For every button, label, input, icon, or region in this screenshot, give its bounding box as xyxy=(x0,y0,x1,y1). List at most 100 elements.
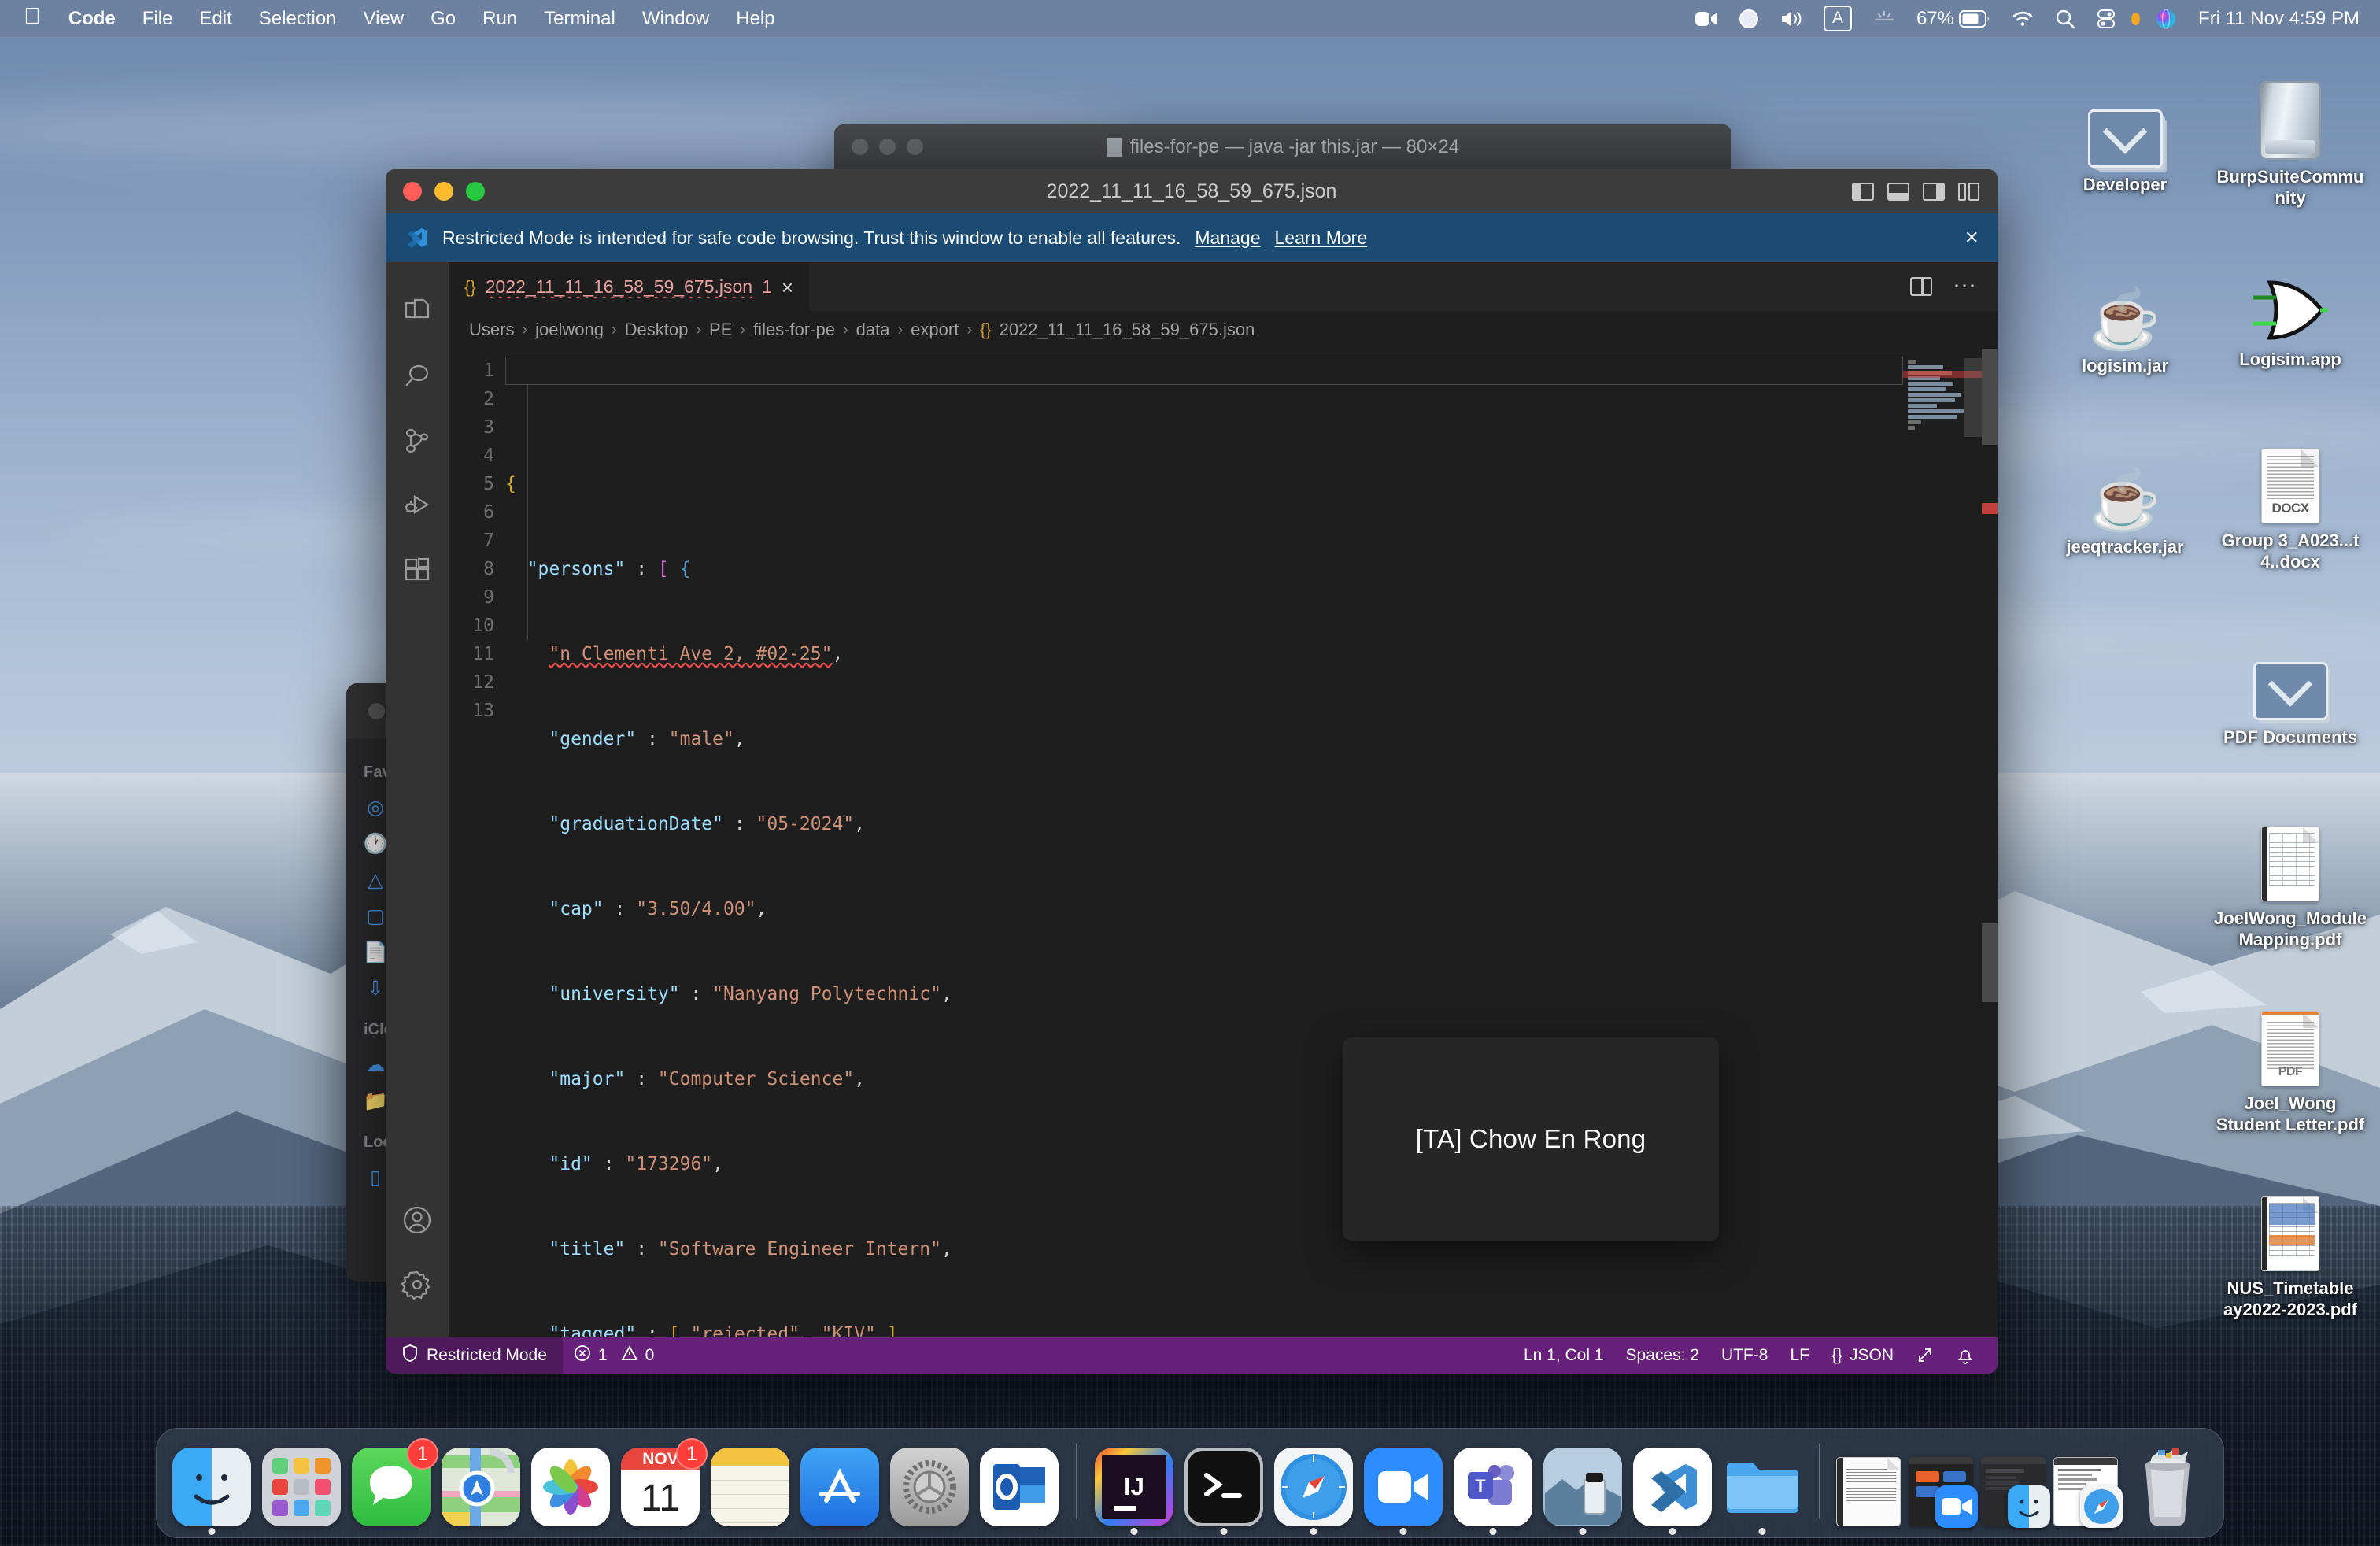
dock-item-microsoft-teams[interactable]: T xyxy=(1451,1441,1536,1526)
menu-item-terminal[interactable]: Terminal xyxy=(530,9,629,28)
menu-item-selection[interactable]: Selection xyxy=(246,9,350,28)
toggle-secondary-sidebar-icon[interactable] xyxy=(1923,183,1945,201)
explorer-icon[interactable] xyxy=(386,279,449,344)
menu-item-go[interactable]: Go xyxy=(417,9,469,28)
menu-item-file[interactable]: File xyxy=(129,9,187,28)
learn-more-link[interactable]: Learn More xyxy=(1275,227,1368,249)
minimized-window-zoom[interactable] xyxy=(1907,1441,1975,1526)
dock-item-launchpad[interactable] xyxy=(259,1441,344,1526)
minimized-window-document[interactable] xyxy=(1835,1441,1902,1526)
settings-gear-icon[interactable] xyxy=(386,1252,449,1317)
desktop-icon-logisim-app[interactable]: Logisim.app xyxy=(2212,260,2369,370)
dock-item-vscode[interactable] xyxy=(1630,1441,1715,1526)
breadcrumb-item-users[interactable]: Users xyxy=(469,320,514,340)
dock-item-safari[interactable] xyxy=(1271,1441,1356,1526)
indentation-status[interactable]: Spaces: 2 xyxy=(1615,1346,1710,1365)
volume-icon[interactable] xyxy=(1769,9,1813,29)
cursor-position-status[interactable]: Ln 1, Col 1 xyxy=(1513,1346,1615,1365)
notifications-bell-icon[interactable] xyxy=(1946,1346,1985,1365)
zoom-participant-panel[interactable]: [TA] Chow En Rong xyxy=(1343,1037,1719,1241)
extensions-icon[interactable] xyxy=(386,538,449,602)
code-editor[interactable]: 1 2 3 4 5 6 7 8 9 10 11 12 13 xyxy=(449,349,1998,1337)
dock-item-notes[interactable] xyxy=(708,1441,793,1526)
dock-item-zoom[interactable] xyxy=(1361,1441,1446,1526)
menu-item-run[interactable]: Run xyxy=(469,9,530,28)
desktop-icon-nus-timetable-pdf[interactable]: NUS_Timetable ay2022-2023.pdf xyxy=(2212,1189,2369,1321)
dock-item-downloads-folder[interactable] xyxy=(1720,1441,1805,1526)
menu-item-edit[interactable]: Edit xyxy=(186,9,245,28)
dock-item-terminal[interactable] xyxy=(1181,1441,1266,1526)
minimize-button[interactable] xyxy=(434,182,453,201)
desktop-icon-group3-docx[interactable]: DOCX Group 3_A023...t 4..docx xyxy=(2212,441,2369,573)
toggle-panel-icon[interactable] xyxy=(1887,183,1909,201)
desktop-icon-developer[interactable]: Developer xyxy=(2046,85,2204,195)
breadcrumb-item-pe[interactable]: PE xyxy=(709,320,732,340)
run-debug-icon[interactable] xyxy=(386,473,449,538)
problems-status[interactable]: 1 0 xyxy=(563,1344,665,1367)
maximize-button[interactable] xyxy=(466,182,485,201)
close-button[interactable] xyxy=(368,703,385,719)
customize-layout-icon[interactable] xyxy=(1958,183,1980,201)
dock-item-finder[interactable] xyxy=(169,1441,254,1526)
spotlight-search-icon[interactable] xyxy=(2045,9,2086,29)
close-banner-icon[interactable]: × xyxy=(1964,226,1979,250)
dock-item-outlook[interactable] xyxy=(977,1441,1062,1526)
minimized-window-finder[interactable] xyxy=(1979,1441,2047,1526)
dock-item-photos[interactable] xyxy=(528,1441,613,1526)
more-actions-icon[interactable]: ⋯ xyxy=(1953,279,1979,294)
screen-record-icon[interactable] xyxy=(1728,9,1769,29)
desktop-icon-student-letter-pdf[interactable]: PDF Joel_Wong Student Letter.pdf xyxy=(2212,1004,2369,1136)
minimize-button[interactable] xyxy=(879,139,896,155)
manage-link[interactable]: Manage xyxy=(1195,227,1260,249)
minimized-window-safari[interactable] xyxy=(2052,1441,2119,1526)
menu-item-window[interactable]: Window xyxy=(629,9,722,28)
desktop-icon-jeeqtracker-jar[interactable]: ☕ jeeqtracker.jar xyxy=(2046,447,2204,557)
dock-item-messages[interactable]: 1 xyxy=(349,1441,434,1526)
split-editor-icon[interactable] xyxy=(1910,277,1932,296)
breadcrumb-item-files-for-pe[interactable]: files-for-pe xyxy=(753,320,835,340)
close-button[interactable] xyxy=(403,182,422,201)
encoding-status[interactable]: UTF-8 xyxy=(1710,1346,1779,1365)
dock-item-trash[interactable] xyxy=(2124,1441,2211,1526)
close-tab-icon[interactable]: × xyxy=(782,277,793,298)
breadcrumb-item-joelwong[interactable]: joelwong xyxy=(535,320,604,340)
restricted-mode-status[interactable]: Restricted Mode xyxy=(386,1337,563,1374)
battery-icon[interactable] xyxy=(1959,10,2001,28)
search-icon[interactable] xyxy=(386,344,449,409)
apple-logo-icon[interactable]:  xyxy=(20,4,55,33)
keyboard-brightness-icon[interactable] xyxy=(1862,9,1906,28)
close-button[interactable] xyxy=(852,139,868,155)
dock-item-preview[interactable] xyxy=(1540,1441,1625,1526)
tweet-feedback-icon[interactable] xyxy=(1905,1346,1946,1365)
vscode-window[interactable]: 2022_11_11_16_58_59_675.json Restricted … xyxy=(386,169,1998,1374)
breadcrumb-item-filename[interactable]: 2022_11_11_16_58_59_675.json xyxy=(1000,320,1255,340)
breadcrumb-item-export[interactable]: export xyxy=(911,320,959,340)
siri-icon[interactable] xyxy=(2145,8,2187,30)
breadcrumb-item-data[interactable]: data xyxy=(856,320,890,340)
input-source-icon[interactable]: A xyxy=(1813,6,1862,31)
menu-item-code[interactable]: Code xyxy=(55,9,129,28)
video-camera-icon[interactable] xyxy=(1684,9,1728,28)
account-icon[interactable] xyxy=(386,1188,449,1252)
menu-item-help[interactable]: Help xyxy=(722,9,788,28)
dock-item-app-store[interactable] xyxy=(797,1441,882,1526)
control-center-icon[interactable] xyxy=(2086,9,2127,29)
desktop-icon-module-mapping-pdf[interactable]: JoelWong_Module Mapping.pdf xyxy=(2212,819,2369,951)
menu-item-view[interactable]: View xyxy=(350,9,418,28)
language-mode-status[interactable]: {} JSON xyxy=(1820,1346,1905,1365)
dock-item-calendar[interactable]: NOV 11 1 xyxy=(618,1441,703,1526)
source-control-icon[interactable] xyxy=(386,409,449,473)
maximize-button[interactable] xyxy=(907,139,923,155)
editor-tab[interactable]: {} 2022_11_11_16_58_59_675.json 1 × xyxy=(449,262,809,311)
dock-item-intellij-idea[interactable]: IJ xyxy=(1092,1441,1177,1526)
desktop-icon-logisim-jar[interactable]: ☕ logisim.jar xyxy=(2046,266,2204,376)
dock-item-maps[interactable] xyxy=(438,1441,523,1526)
desktop-icon-pdf-documents[interactable]: PDF Documents xyxy=(2212,638,2369,748)
toggle-primary-sidebar-icon[interactable] xyxy=(1852,183,1874,201)
desktop-icon-burpsuite[interactable]: BurpSuiteCommunity xyxy=(2212,77,2369,209)
wifi-icon[interactable] xyxy=(2001,9,2045,28)
breadcrumb-item-desktop[interactable]: Desktop xyxy=(625,320,689,340)
eol-status[interactable]: LF xyxy=(1779,1346,1820,1365)
menubar-clock[interactable]: Fri 11 Nov 4:59 PM xyxy=(2187,8,2360,30)
dock-item-system-settings[interactable] xyxy=(887,1441,972,1526)
